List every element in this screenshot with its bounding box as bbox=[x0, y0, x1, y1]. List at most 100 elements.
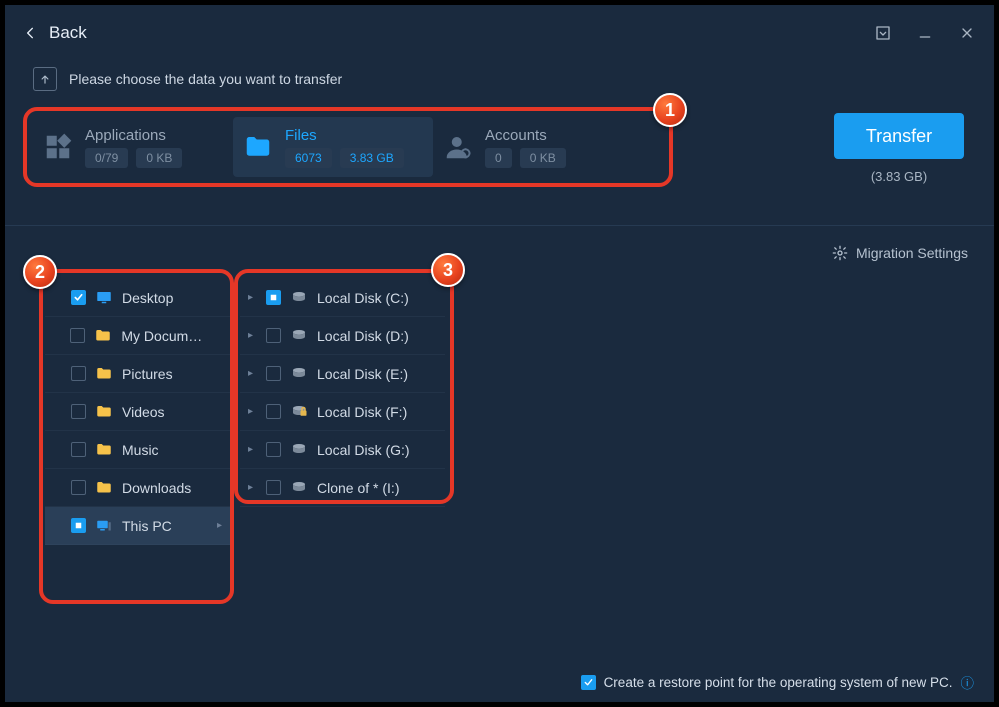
item-checkbox[interactable] bbox=[71, 404, 86, 419]
item-checkbox[interactable] bbox=[71, 480, 86, 495]
item-label: Pictures bbox=[122, 366, 173, 382]
files-size: 3.83 GB bbox=[340, 148, 404, 168]
disk-item-local-disk-e[interactable]: ▸ Local Disk (E:) ▸ bbox=[240, 355, 445, 393]
expand-chevron-icon: ▸ bbox=[248, 368, 258, 379]
item-icon bbox=[289, 441, 309, 459]
item-icon bbox=[289, 365, 309, 383]
item-icon bbox=[289, 479, 309, 497]
item-icon bbox=[94, 517, 114, 535]
tab-files-title: Files bbox=[285, 127, 404, 144]
accounts-size: 0 KB bbox=[520, 148, 566, 168]
annotation-badge-3: 3 bbox=[431, 253, 465, 287]
transfer-panel: Transfer (3.83 GB) bbox=[834, 113, 964, 184]
item-checkbox[interactable] bbox=[266, 290, 281, 305]
item-icon bbox=[289, 289, 309, 307]
tab-accounts-title: Accounts bbox=[485, 127, 566, 144]
back-button[interactable]: Back bbox=[23, 23, 87, 43]
file-browser: 2 ▸ Desktop ▸ ▸ My Documents ▸ ▸ Picture… bbox=[45, 275, 976, 642]
annotation-badge-1: 1 bbox=[653, 93, 687, 127]
apps-count: 0/79 bbox=[85, 148, 128, 168]
item-checkbox[interactable] bbox=[266, 366, 281, 381]
folder-item-downloads[interactable]: ▸ Downloads ▸ bbox=[45, 469, 230, 507]
transfer-button[interactable]: Transfer bbox=[834, 113, 964, 159]
upload-icon bbox=[33, 67, 57, 91]
help-icon[interactable]: ⓘ bbox=[961, 672, 975, 692]
disk-item-local-disk-g[interactable]: ▸ Local Disk (G:) ▸ bbox=[240, 431, 445, 469]
minimize-button[interactable] bbox=[916, 24, 934, 42]
disk-column: 3 ▸ Local Disk (C:) ▸ ▸ Local Disk (D:) … bbox=[240, 275, 445, 642]
app-window: Back Please choose the data you want to … bbox=[5, 5, 994, 702]
tab-accounts[interactable]: Accounts 0 0 KB bbox=[433, 117, 633, 177]
dropdown-button[interactable] bbox=[874, 24, 892, 42]
disk-item-local-disk-d[interactable]: ▸ Local Disk (D:) ▸ bbox=[240, 317, 445, 355]
item-icon bbox=[94, 365, 114, 383]
item-checkbox[interactable] bbox=[71, 290, 86, 305]
item-checkbox[interactable] bbox=[71, 366, 86, 381]
expand-chevron-icon: ▸ bbox=[248, 330, 258, 341]
item-checkbox[interactable] bbox=[71, 518, 86, 533]
item-label: Videos bbox=[122, 404, 165, 420]
gear-icon bbox=[832, 245, 848, 261]
item-label: Desktop bbox=[122, 290, 173, 306]
item-icon bbox=[94, 289, 114, 307]
folder-item-desktop[interactable]: ▸ Desktop ▸ bbox=[45, 279, 230, 317]
folder-column: 2 ▸ Desktop ▸ ▸ My Documents ▸ ▸ Picture… bbox=[45, 275, 230, 642]
files-count: 6073 bbox=[285, 148, 332, 168]
item-checkbox[interactable] bbox=[266, 442, 281, 457]
submenu-arrow-icon: ▸ bbox=[217, 520, 222, 531]
folder-item-my-documents[interactable]: ▸ My Documents ▸ bbox=[45, 317, 230, 355]
item-icon bbox=[93, 327, 113, 345]
disk-item-clone-of-i[interactable]: ▸ Clone of * (I:) ▸ bbox=[240, 469, 445, 507]
item-checkbox[interactable] bbox=[266, 328, 281, 343]
apps-size: 0 KB bbox=[136, 148, 182, 168]
tab-applications[interactable]: Applications 0/79 0 KB bbox=[33, 117, 233, 177]
item-label: Local Disk (D:) bbox=[317, 328, 409, 344]
back-label: Back bbox=[49, 23, 87, 43]
disk-item-local-disk-c[interactable]: ▸ Local Disk (C:) ▸ bbox=[240, 279, 445, 317]
item-checkbox[interactable] bbox=[266, 480, 281, 495]
folder-item-pictures[interactable]: ▸ Pictures ▸ bbox=[45, 355, 230, 393]
expand-chevron-icon: ▸ bbox=[248, 444, 258, 455]
item-icon bbox=[94, 403, 114, 421]
item-label: Local Disk (G:) bbox=[317, 442, 410, 458]
annotation-badge-2: 2 bbox=[23, 255, 57, 289]
folder-item-this-pc[interactable]: ▸ This PC ▸ bbox=[45, 507, 230, 545]
expand-chevron-icon: ▸ bbox=[248, 292, 258, 303]
folder-item-music[interactable]: ▸ Music ▸ bbox=[45, 431, 230, 469]
close-button[interactable] bbox=[958, 24, 976, 42]
item-checkbox[interactable] bbox=[266, 404, 281, 419]
item-label: Local Disk (E:) bbox=[317, 366, 408, 382]
item-icon bbox=[289, 403, 309, 421]
migration-settings-link[interactable]: Migration Settings bbox=[832, 245, 968, 261]
item-checkbox[interactable] bbox=[71, 442, 86, 457]
folder-item-videos[interactable]: ▸ Videos ▸ bbox=[45, 393, 230, 431]
item-checkbox[interactable] bbox=[70, 328, 85, 343]
migration-settings-label: Migration Settings bbox=[856, 245, 968, 261]
item-label: This PC bbox=[122, 518, 172, 534]
footer: Create a restore point for the operating… bbox=[581, 672, 974, 692]
window-controls bbox=[874, 24, 976, 42]
category-tabs: 1 Applications 0/79 0 KB F bbox=[23, 107, 673, 187]
titlebar: Back bbox=[5, 5, 994, 61]
instruction-row: Please choose the data you want to trans… bbox=[5, 61, 994, 97]
item-label: Music bbox=[122, 442, 159, 458]
item-label: Clone of * (I:) bbox=[317, 480, 399, 496]
item-label: Local Disk (C:) bbox=[317, 290, 409, 306]
expand-chevron-icon: ▸ bbox=[248, 406, 258, 417]
item-icon bbox=[94, 479, 114, 497]
accounts-count: 0 bbox=[485, 148, 512, 168]
item-icon bbox=[94, 441, 114, 459]
apps-icon bbox=[41, 130, 75, 164]
restore-point-checkbox[interactable] bbox=[581, 675, 596, 690]
item-label: My Documents bbox=[121, 328, 209, 344]
item-label: Local Disk (F:) bbox=[317, 404, 407, 420]
item-icon bbox=[289, 327, 309, 345]
back-arrow-icon bbox=[23, 25, 39, 41]
restore-point-label: Create a restore point for the operating… bbox=[604, 675, 953, 690]
transfer-size: (3.83 GB) bbox=[871, 169, 927, 184]
item-label: Downloads bbox=[122, 480, 191, 496]
divider bbox=[5, 225, 994, 226]
tab-files[interactable]: Files 6073 3.83 GB bbox=[233, 117, 433, 177]
disk-item-local-disk-f[interactable]: ▸ Local Disk (F:) ▸ bbox=[240, 393, 445, 431]
expand-chevron-icon: ▸ bbox=[248, 482, 258, 493]
